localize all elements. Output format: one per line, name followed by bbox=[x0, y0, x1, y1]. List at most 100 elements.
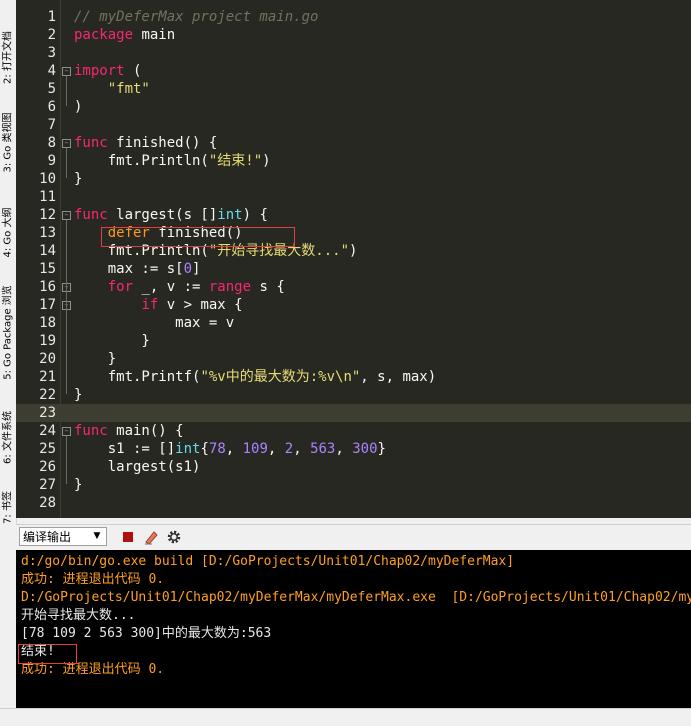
line-number: 7 bbox=[47, 117, 56, 133]
code-line[interactable]: 20 } bbox=[16, 350, 691, 368]
output-type-label: 编译输出 bbox=[23, 530, 72, 544]
code-line[interactable]: 1 // myDeferMax project main.go bbox=[16, 8, 691, 26]
code-line[interactable]: 2 package main bbox=[16, 26, 691, 44]
settings-icon[interactable] bbox=[166, 529, 182, 545]
code-line[interactable]: 21 fmt.Printf("%v中的最大数为:%v\n", s, max) bbox=[16, 368, 691, 386]
line-number: 11 bbox=[39, 189, 56, 205]
fold-toggle-icon[interactable]: − bbox=[62, 67, 71, 76]
code-line[interactable]: 4− import ( bbox=[16, 62, 691, 80]
code-line[interactable]: 5 "fmt" bbox=[16, 80, 691, 98]
output-line: [78 109 2 563 300]中的最大数为:563 bbox=[21, 626, 272, 641]
code-text: max = v bbox=[74, 315, 235, 331]
code-text: func finished() { bbox=[74, 135, 218, 151]
line-number: 4 bbox=[47, 63, 56, 79]
code-editor[interactable]: 1 // myDeferMax project main.go 2 package m… bbox=[16, 0, 691, 518]
code-line[interactable]: 10} bbox=[16, 170, 691, 188]
fold-toggle-icon[interactable]: − bbox=[62, 139, 71, 148]
code-text: func main() { bbox=[74, 423, 184, 439]
line-number: 24 bbox=[39, 423, 56, 439]
stop-icon[interactable] bbox=[120, 529, 136, 545]
code-line[interactable]: 19 } bbox=[16, 332, 691, 350]
code-text: ) bbox=[74, 99, 83, 115]
output-line: 开始寻找最大数... bbox=[21, 608, 136, 623]
line-number: 2 bbox=[47, 27, 56, 43]
code-line[interactable]: 7 bbox=[16, 116, 691, 134]
output-line: 成功: 进程退出代码 0. bbox=[21, 572, 165, 587]
line-number: 26 bbox=[39, 459, 56, 475]
output-highlight-box bbox=[18, 644, 77, 664]
code-text: for _, v := range s { bbox=[107, 279, 285, 295]
code-line[interactable]: 8− func finished() { bbox=[16, 134, 691, 152]
code-line[interactable]: 11 bbox=[16, 188, 691, 206]
code-line[interactable]: 6) bbox=[16, 98, 691, 116]
code-line[interactable]: 26 largest(s1) bbox=[16, 458, 691, 476]
code-line[interactable]: 28 bbox=[16, 494, 691, 512]
line-number: 16 bbox=[39, 279, 56, 295]
code-line[interactable]: 17− if v > max { bbox=[16, 296, 691, 314]
code-line[interactable]: 15 max := s[0] bbox=[16, 260, 691, 278]
line-number: 3 bbox=[47, 45, 56, 61]
code-line[interactable]: 24− func main() { bbox=[16, 422, 691, 440]
build-output-panel[interactable]: d:/go/bin/go.exe build [D:/GoProjects/Un… bbox=[16, 550, 691, 708]
line-number: 19 bbox=[39, 333, 56, 349]
line-number: 13 bbox=[39, 225, 56, 241]
line-number: 28 bbox=[39, 495, 56, 511]
code-text: largest(s1) bbox=[74, 459, 201, 475]
line-number: 10 bbox=[39, 171, 56, 187]
code-text: fmt.Println("结束!") bbox=[74, 153, 271, 169]
code-text: "fmt" bbox=[107, 81, 150, 97]
code-text: fmt.Printf("%v中的最大数为:%v\n", s, max) bbox=[74, 369, 437, 385]
defer-highlight-box bbox=[101, 227, 295, 247]
line-number: 22 bbox=[39, 387, 56, 403]
code-line[interactable]: 12− func largest(s []int) { bbox=[16, 206, 691, 224]
fold-guide bbox=[66, 436, 67, 484]
fold-toggle-icon[interactable]: − bbox=[62, 211, 71, 220]
code-text: s1 := []int{78, 109, 2, 563, 300} bbox=[74, 441, 386, 457]
code-text: } bbox=[74, 477, 83, 493]
code-text: } bbox=[74, 387, 83, 403]
output-type-select[interactable]: 编译输出 ▼ bbox=[19, 527, 107, 546]
side-tab-strip: 2: 打开文档 3: Go 类视图 4: Go 大纲 5: Go Package… bbox=[0, 0, 17, 725]
line-number: 21 bbox=[39, 369, 56, 385]
code-line[interactable]: 18 max = v bbox=[16, 314, 691, 332]
output-toolbar: 编译输出 ▼ bbox=[16, 524, 691, 551]
line-number: 17 bbox=[39, 297, 56, 313]
code-line[interactable]: 22} bbox=[16, 386, 691, 404]
line-number: 5 bbox=[47, 81, 56, 97]
code-line[interactable]: 3 bbox=[16, 44, 691, 62]
code-line[interactable]: 23 bbox=[16, 404, 691, 422]
code-line[interactable]: 25 s1 := []int{78, 109, 2, 563, 300} bbox=[16, 440, 691, 458]
line-number: 23 bbox=[39, 405, 56, 421]
line-number: 6 bbox=[47, 99, 56, 115]
code-text: } bbox=[74, 333, 150, 349]
code-text: max := s[0] bbox=[74, 261, 201, 277]
line-number: 1 bbox=[47, 9, 56, 25]
code-line[interactable]: 16− for _, v := range s { bbox=[16, 278, 691, 296]
status-bar bbox=[0, 708, 691, 726]
code-text: package main bbox=[74, 27, 176, 43]
code-text: } bbox=[74, 351, 117, 367]
code-text: func largest(s []int) { bbox=[74, 207, 268, 223]
code-text: } bbox=[74, 171, 83, 187]
line-number: 20 bbox=[39, 351, 56, 367]
fold-guide bbox=[66, 148, 67, 178]
fold-toggle-icon[interactable]: − bbox=[62, 427, 71, 436]
code-text: if v > max { bbox=[141, 297, 243, 313]
code-line[interactable]: 9 fmt.Println("结束!") bbox=[16, 152, 691, 170]
clear-icon[interactable] bbox=[143, 529, 159, 545]
line-number: 15 bbox=[39, 261, 56, 277]
fold-guide bbox=[66, 310, 67, 340]
output-line: D:/GoProjects/Unit01/Chap02/myDeferMax/m… bbox=[21, 590, 691, 605]
code-line[interactable]: 27} bbox=[16, 476, 691, 494]
code-text: // myDeferMax project main.go bbox=[74, 9, 319, 25]
line-number: 9 bbox=[47, 153, 56, 169]
line-number: 18 bbox=[39, 315, 56, 331]
line-number: 14 bbox=[39, 243, 56, 259]
chevron-down-icon: ▼ bbox=[93, 531, 101, 541]
line-number: 27 bbox=[39, 477, 56, 493]
code-text: import ( bbox=[74, 63, 142, 79]
line-number: 25 bbox=[39, 441, 56, 457]
fold-guide bbox=[66, 76, 67, 106]
tab-bookmarks[interactable]: 7: 书签 bbox=[1, 440, 16, 576]
line-number: 12 bbox=[39, 207, 56, 223]
